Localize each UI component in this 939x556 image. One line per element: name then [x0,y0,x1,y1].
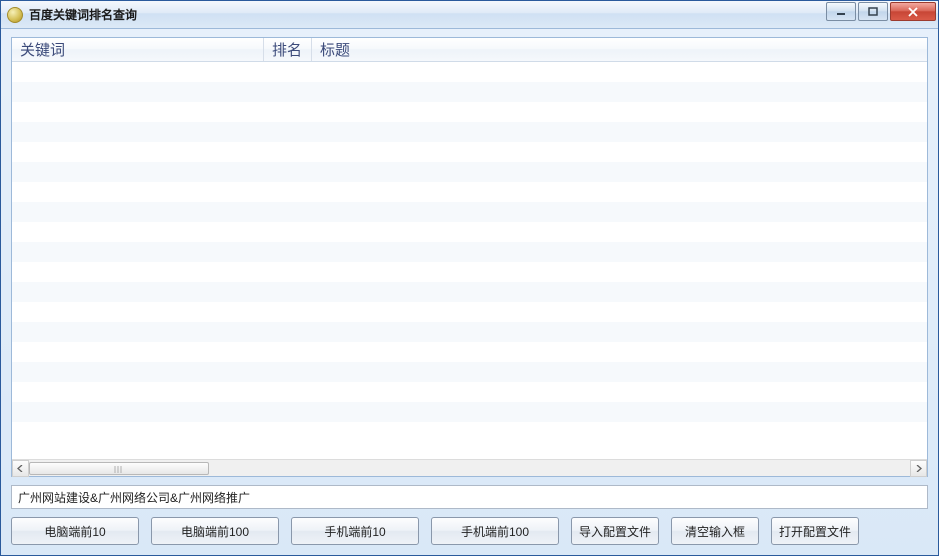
clear-input-button[interactable]: 清空输入框 [671,517,759,545]
pc-top100-button[interactable]: 电脑端前100 [151,517,279,545]
listview-header: 关键词 排名 标题 [12,38,927,62]
scroll-left-button[interactable] [12,460,29,477]
chevron-right-icon [915,465,922,472]
scroll-thumb[interactable] [29,462,209,475]
scroll-right-button[interactable] [910,460,927,477]
pc-top10-button[interactable]: 电脑端前10 [11,517,139,545]
keywords-input[interactable] [12,486,927,508]
results-listview: 关键词 排名 标题 [11,37,928,477]
application-window: 百度关键词排名查询 关键词 排名 标题 [0,0,939,556]
titlebar[interactable]: 百度关键词排名查询 [1,1,938,29]
import-config-button[interactable]: 导入配置文件 [571,517,659,545]
column-rank[interactable]: 排名 [264,38,312,61]
keywords-input-wrap [11,485,928,509]
mobile-top100-button[interactable]: 手机端前100 [431,517,559,545]
column-title[interactable]: 标题 [312,38,927,61]
horizontal-scrollbar[interactable] [12,459,927,476]
chevron-left-icon [17,465,24,472]
window-controls [826,2,936,21]
close-button[interactable] [890,2,936,21]
column-keyword[interactable]: 关键词 [12,38,264,61]
maximize-icon [868,7,878,17]
mobile-top10-button[interactable]: 手机端前10 [291,517,419,545]
minimize-icon [836,7,846,17]
minimize-button[interactable] [826,2,856,21]
maximize-button[interactable] [858,2,888,21]
app-icon [7,7,23,23]
close-icon [907,7,919,17]
listview-inner: 关键词 排名 标题 [12,38,927,459]
button-bar: 电脑端前10 电脑端前100 手机端前10 手机端前100 导入配置文件 清空输… [11,517,928,545]
window-title: 百度关键词排名查询 [29,6,137,23]
client-area: 关键词 排名 标题 电脑端前10 电脑端前100 手机 [1,29,938,555]
listview-body[interactable] [12,62,927,441]
open-config-button[interactable]: 打开配置文件 [771,517,859,545]
